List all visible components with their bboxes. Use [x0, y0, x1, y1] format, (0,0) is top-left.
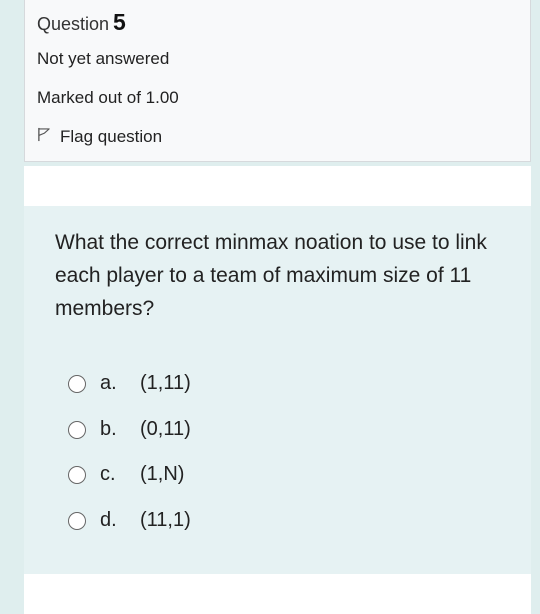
answer-option-a[interactable]: a. (1,11) [68, 372, 191, 395]
answer-text: (1,N) [140, 463, 185, 485]
answer-text: (0,11) [140, 418, 191, 440]
question-heading: Question 5 [37, 9, 126, 36]
question-text: What the correct minmax noation to use t… [55, 231, 487, 320]
radio-unchecked-icon[interactable] [68, 420, 86, 439]
question-content: What the correct minmax noation to use t… [24, 206, 531, 574]
answer-text: (11,1) [140, 509, 191, 531]
answer-letter: d. [100, 509, 117, 531]
answer-letter: c. [100, 463, 116, 485]
answer-option-b[interactable]: b. (0,11) [68, 418, 191, 441]
flag-icon [37, 127, 60, 147]
answer-option-c[interactable]: c. (1,N) [68, 463, 184, 486]
radio-unchecked-icon[interactable] [68, 511, 86, 530]
flag-question-link[interactable]: Flag question [37, 127, 162, 147]
answer-letter: b. [100, 418, 117, 440]
radio-unchecked-icon[interactable] [68, 374, 86, 393]
question-number: 5 [113, 9, 126, 35]
question-grade: Marked out of 1.00 [37, 88, 179, 107]
question-label: Question [37, 14, 110, 34]
answer-text: (1,11) [140, 372, 191, 394]
flag-question-label: Flag question [60, 127, 163, 146]
spacer [24, 166, 531, 206]
answer-option-d[interactable]: d. (11,1) [68, 509, 191, 532]
answer-letter: a. [100, 372, 117, 394]
question-info-panel: Question 5 Not yet answered Marked out of… [24, 0, 531, 162]
next-panel-edge [24, 574, 531, 614]
radio-unchecked-icon[interactable] [68, 465, 86, 484]
question-state: Not yet answered [37, 49, 170, 68]
